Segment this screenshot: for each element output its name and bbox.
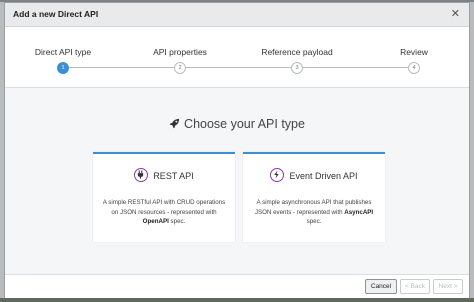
dialog-title: Add a new Direct API xyxy=(13,9,99,19)
rest-api-description: A simple RESTful API with CRUD operation… xyxy=(101,198,227,227)
lightning-icon xyxy=(270,168,285,182)
step-indicator-1: 1 xyxy=(57,62,69,74)
rocket-icon xyxy=(169,118,180,132)
step-label-review: Review xyxy=(400,47,428,57)
dialog-content: Choose your API type REST API A simple R… xyxy=(5,88,469,274)
rest-api-label: REST API xyxy=(153,171,194,181)
next-button[interactable]: Next > xyxy=(433,279,463,294)
dialog-header: Add a new Direct API ✕ xyxy=(5,3,469,27)
step-indicator-4: 4 xyxy=(408,62,420,74)
stepper-line xyxy=(63,67,411,68)
step-indicator-3: 3 xyxy=(291,62,303,74)
rest-api-desc-text: A simple RESTful API with CRUD operation… xyxy=(102,199,226,216)
wizard-stepper: Direct API type API properties Reference… xyxy=(5,27,469,88)
event-driven-api-card-title: Event Driven API xyxy=(243,168,385,182)
rest-api-card-title: REST API xyxy=(93,168,235,182)
rest-api-desc-suffix: spec. xyxy=(168,218,186,225)
dialog-footer: Cancel < Back Next > xyxy=(5,274,469,298)
openapi-label: OpenAPI xyxy=(142,218,169,225)
event-driven-api-description: A simple asynchronous API that publishes… xyxy=(251,198,377,227)
rest-api-card[interactable]: REST API A simple RESTful API with CRUD … xyxy=(93,152,235,242)
step-indicator-2: 2 xyxy=(174,62,186,74)
choose-type-heading: Choose your API type xyxy=(5,117,469,132)
step-label-reference-payload: Reference payload xyxy=(261,47,333,57)
event-driven-api-label: Event Driven API xyxy=(289,171,358,181)
backdrop-bottom xyxy=(0,298,474,302)
add-direct-api-dialog: Add a new Direct API ✕ Direct API type A… xyxy=(4,2,470,298)
back-button[interactable]: < Back xyxy=(400,279,430,294)
event-driven-api-card[interactable]: Event Driven API A simple asynchronous A… xyxy=(243,152,385,242)
close-icon[interactable]: ✕ xyxy=(451,7,460,20)
cancel-button[interactable]: Cancel xyxy=(365,279,397,294)
step-label-api-properties: API properties xyxy=(153,47,207,57)
plug-icon xyxy=(134,168,149,182)
heading-text: Choose your API type xyxy=(184,117,305,131)
event-driven-desc-suffix: spec. xyxy=(306,218,322,225)
asyncapi-label: AsyncAPI xyxy=(344,208,374,216)
step-label-api-type: Direct API type xyxy=(34,47,92,57)
